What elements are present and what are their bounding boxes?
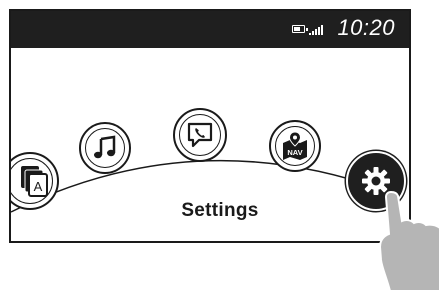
- signal-icon: [309, 25, 323, 35]
- clock-time: 10:20: [337, 15, 395, 40]
- app-stack-letter: A: [34, 179, 43, 194]
- nav-icon-letters: NAV: [287, 148, 302, 157]
- phone-message-icon: [187, 122, 213, 148]
- music-note-icon: [94, 135, 116, 159]
- status-bar: 10:20: [11, 11, 409, 48]
- navigation-button[interactable]: NAV: [269, 120, 321, 172]
- app-stack-icon: A: [21, 166, 48, 197]
- battery-icon: [292, 25, 308, 33]
- phone-button[interactable]: [173, 108, 227, 162]
- finger-hand-icon: [378, 190, 440, 291]
- head-unit-display: 10:20 A NAV Settings: [0, 0, 440, 291]
- nav-map-icon: NAV: [283, 131, 307, 160]
- music-button[interactable]: [79, 122, 131, 174]
